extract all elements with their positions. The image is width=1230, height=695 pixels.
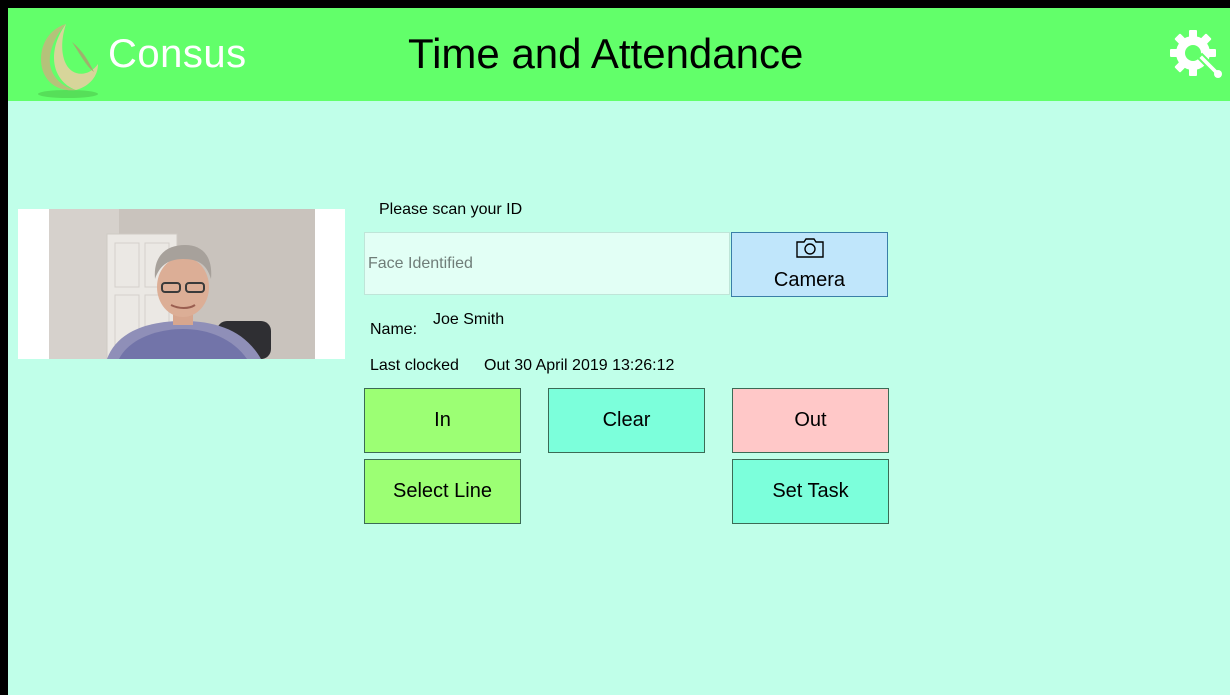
brand-name: Consus [108, 32, 247, 76]
clear-button[interactable]: Clear [548, 388, 705, 453]
main-content: Consus Time and Attendance Please scan y… [8, 8, 1230, 695]
last-clocked-label: Last clocked [370, 357, 459, 374]
app-window: Consus Time and Attendance Please scan y… [0, 0, 1230, 695]
clock-in-button[interactable]: In [364, 388, 521, 453]
settings-gear-wrench-icon[interactable] [1168, 26, 1224, 82]
page-title: Time and Attendance [408, 30, 804, 77]
camera-feed-image [49, 209, 315, 359]
camera-preview [18, 209, 345, 359]
clock-out-button[interactable]: Out [732, 388, 889, 453]
header-bar: Consus Time and Attendance [8, 8, 1230, 101]
set-task-button[interactable]: Set Task [732, 459, 889, 524]
camera-button-label: Camera [773, 269, 846, 291]
select-line-button[interactable]: Select Line [364, 459, 521, 524]
name-label: Name: [370, 321, 418, 338]
scan-prompt: Please scan your ID [379, 201, 523, 218]
consus-logo-icon [38, 24, 98, 98]
last-clocked-value: Out 30 April 2019 13:26:12 [484, 357, 675, 374]
camera-icon [796, 238, 824, 258]
id-input[interactable] [364, 232, 730, 295]
camera-button[interactable]: Camera [731, 232, 888, 297]
name-value: Joe Smith [433, 311, 505, 328]
